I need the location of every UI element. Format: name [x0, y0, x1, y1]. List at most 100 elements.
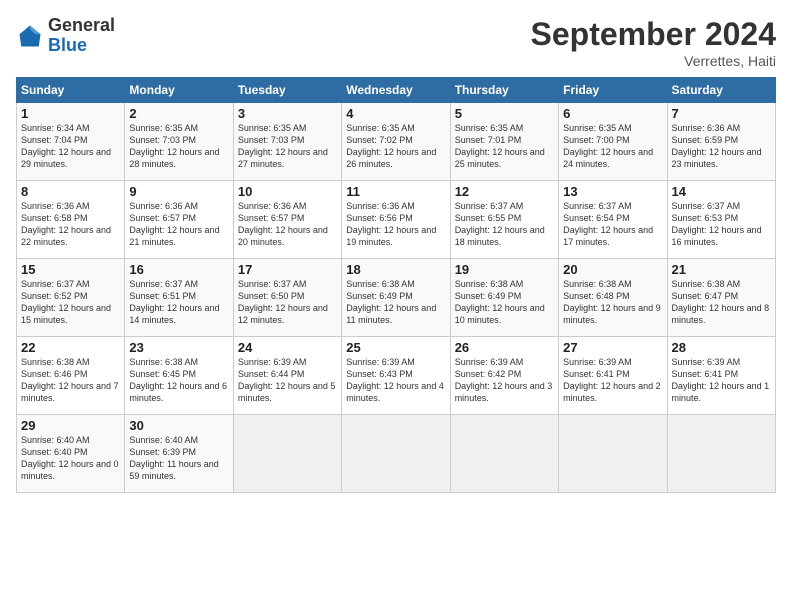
calendar-week-5: 29 Sunrise: 6:40 AMSunset: 6:40 PMDayligh…: [17, 415, 776, 493]
col-monday: Monday: [125, 78, 233, 103]
day-info: Sunrise: 6:38 AMSunset: 6:45 PMDaylight:…: [129, 357, 227, 403]
day-number: 30: [129, 418, 228, 433]
day-info: Sunrise: 6:34 AMSunset: 7:04 PMDaylight:…: [21, 123, 111, 169]
table-row: 1 Sunrise: 6:34 AMSunset: 7:04 PMDaylight…: [17, 103, 125, 181]
day-number: 9: [129, 184, 228, 199]
table-row: 28Sunrise: 6:39 AMSunset: 6:41 PMDayligh…: [667, 337, 775, 415]
table-row: 23 Sunrise: 6:38 AMSunset: 6:45 PMDayligh…: [125, 337, 233, 415]
table-row: 18 Sunrise: 6:38 AMSunset: 6:49 PMDayligh…: [342, 259, 450, 337]
day-info: Sunrise: 6:40 AMSunset: 6:40 PMDaylight:…: [21, 435, 119, 481]
day-number: 10: [238, 184, 337, 199]
table-row: 27Sunrise: 6:39 AMSunset: 6:41 PMDayligh…: [559, 337, 667, 415]
table-row: 8 Sunrise: 6:36 AMSunset: 6:58 PMDaylight…: [17, 181, 125, 259]
day-info: Sunrise: 6:38 AMSunset: 6:48 PMDaylight:…: [563, 279, 661, 325]
table-row: 11 Sunrise: 6:36 AMSunset: 6:56 PMDayligh…: [342, 181, 450, 259]
day-number: 8: [21, 184, 120, 199]
table-row: 13 Sunrise: 6:37 AMSunset: 6:54 PMDayligh…: [559, 181, 667, 259]
table-row: 25Sunrise: 6:39 AMSunset: 6:43 PMDayligh…: [342, 337, 450, 415]
day-info: Sunrise: 6:37 AMSunset: 6:51 PMDaylight:…: [129, 279, 219, 325]
header: General Blue September 2024 Verrettes, H…: [16, 16, 776, 69]
day-number: 26: [455, 340, 554, 355]
table-row: 29 Sunrise: 6:40 AMSunset: 6:40 PMDayligh…: [17, 415, 125, 493]
table-row: 22Sunrise: 6:38 AMSunset: 6:46 PMDayligh…: [17, 337, 125, 415]
day-number: 16: [129, 262, 228, 277]
day-number: 15: [21, 262, 120, 277]
col-saturday: Saturday: [667, 78, 775, 103]
table-row: 6 Sunrise: 6:35 AMSunset: 7:00 PMDaylight…: [559, 103, 667, 181]
day-info: Sunrise: 6:36 AMSunset: 6:57 PMDaylight:…: [129, 201, 219, 247]
table-row: 26 Sunrise: 6:39 AMSunset: 6:42 PMDayligh…: [450, 337, 558, 415]
logo: General Blue: [16, 16, 115, 56]
day-number: 23: [129, 340, 228, 355]
day-info: Sunrise: 6:36 AMSunset: 6:57 PMDaylight:…: [238, 201, 328, 247]
calendar-header-row: Sunday Monday Tuesday Wednesday Thursday…: [17, 78, 776, 103]
col-tuesday: Tuesday: [233, 78, 341, 103]
table-row: 14 Sunrise: 6:37 AMSunset: 6:53 PMDayligh…: [667, 181, 775, 259]
day-number: 12: [455, 184, 554, 199]
table-row: [342, 415, 450, 493]
table-row: 30 Sunrise: 6:40 AMSunset: 6:39 PMDayligh…: [125, 415, 233, 493]
day-number: 21: [672, 262, 771, 277]
day-number: 4: [346, 106, 445, 121]
day-number: 1: [21, 106, 120, 121]
table-row: 24 Sunrise: 6:39 AMSunset: 6:44 PMDayligh…: [233, 337, 341, 415]
col-thursday: Thursday: [450, 78, 558, 103]
calendar-week-3: 15Sunrise: 6:37 AMSunset: 6:52 PMDayligh…: [17, 259, 776, 337]
calendar-table: Sunday Monday Tuesday Wednesday Thursday…: [16, 77, 776, 493]
day-number: 18: [346, 262, 445, 277]
table-row: 2 Sunrise: 6:35 AMSunset: 7:03 PMDaylight…: [125, 103, 233, 181]
table-row: 5 Sunrise: 6:35 AMSunset: 7:01 PMDaylight…: [450, 103, 558, 181]
day-info: Sunrise: 6:39 AMSunset: 6:42 PMDaylight:…: [455, 357, 553, 403]
table-row: [667, 415, 775, 493]
table-row: [559, 415, 667, 493]
logo-blue-text: Blue: [48, 35, 87, 55]
day-info: Sunrise: 6:38 AMSunset: 6:49 PMDaylight:…: [455, 279, 545, 325]
day-info: Sunrise: 6:39 AMSunset: 6:41 PMDaylight:…: [563, 357, 661, 403]
table-row: 12 Sunrise: 6:37 AMSunset: 6:55 PMDayligh…: [450, 181, 558, 259]
day-number: 13: [563, 184, 662, 199]
day-number: 3: [238, 106, 337, 121]
day-info: Sunrise: 6:35 AMSunset: 7:03 PMDaylight:…: [129, 123, 219, 169]
day-info: Sunrise: 6:39 AMSunset: 6:44 PMDaylight:…: [238, 357, 336, 403]
day-info: Sunrise: 6:36 AMSunset: 6:58 PMDaylight:…: [21, 201, 111, 247]
day-number: 5: [455, 106, 554, 121]
table-row: [233, 415, 341, 493]
day-info: Sunrise: 6:37 AMSunset: 6:54 PMDaylight:…: [563, 201, 653, 247]
day-info: Sunrise: 6:35 AMSunset: 7:01 PMDaylight:…: [455, 123, 545, 169]
day-info: Sunrise: 6:38 AMSunset: 6:49 PMDaylight:…: [346, 279, 436, 325]
table-row: 7Sunrise: 6:36 AMSunset: 6:59 PMDaylight…: [667, 103, 775, 181]
table-row: 16 Sunrise: 6:37 AMSunset: 6:51 PMDayligh…: [125, 259, 233, 337]
day-number: 25: [346, 340, 445, 355]
logo-general-text: General: [48, 15, 115, 35]
logo-icon: [16, 22, 44, 50]
day-info: Sunrise: 6:38 AMSunset: 6:47 PMDaylight:…: [672, 279, 770, 325]
table-row: 15Sunrise: 6:37 AMSunset: 6:52 PMDayligh…: [17, 259, 125, 337]
day-number: 29: [21, 418, 120, 433]
day-number: 14: [672, 184, 771, 199]
day-number: 24: [238, 340, 337, 355]
table-row: 9 Sunrise: 6:36 AMSunset: 6:57 PMDaylight…: [125, 181, 233, 259]
day-number: 6: [563, 106, 662, 121]
day-number: 17: [238, 262, 337, 277]
table-row: 19Sunrise: 6:38 AMSunset: 6:49 PMDayligh…: [450, 259, 558, 337]
table-row: 10 Sunrise: 6:36 AMSunset: 6:57 PMDayligh…: [233, 181, 341, 259]
col-friday: Friday: [559, 78, 667, 103]
table-row: 21 Sunrise: 6:38 AMSunset: 6:47 PMDayligh…: [667, 259, 775, 337]
day-info: Sunrise: 6:37 AMSunset: 6:50 PMDaylight:…: [238, 279, 328, 325]
day-info: Sunrise: 6:35 AMSunset: 7:00 PMDaylight:…: [563, 123, 653, 169]
month-title: September 2024: [531, 16, 776, 53]
day-info: Sunrise: 6:40 AMSunset: 6:39 PMDaylight:…: [129, 435, 218, 481]
day-info: Sunrise: 6:35 AMSunset: 7:03 PMDaylight:…: [238, 123, 328, 169]
day-number: 20: [563, 262, 662, 277]
day-info: Sunrise: 6:37 AMSunset: 6:55 PMDaylight:…: [455, 201, 545, 247]
day-info: Sunrise: 6:35 AMSunset: 7:02 PMDaylight:…: [346, 123, 436, 169]
day-number: 7: [672, 106, 771, 121]
day-number: 2: [129, 106, 228, 121]
day-number: 11: [346, 184, 445, 199]
day-info: Sunrise: 6:39 AMSunset: 6:41 PMDaylight:…: [672, 357, 770, 403]
day-info: Sunrise: 6:37 AMSunset: 6:53 PMDaylight:…: [672, 201, 762, 247]
calendar-week-4: 22Sunrise: 6:38 AMSunset: 6:46 PMDayligh…: [17, 337, 776, 415]
calendar-week-1: 1 Sunrise: 6:34 AMSunset: 7:04 PMDaylight…: [17, 103, 776, 181]
day-info: Sunrise: 6:38 AMSunset: 6:46 PMDaylight:…: [21, 357, 119, 403]
day-info: Sunrise: 6:36 AMSunset: 6:56 PMDaylight:…: [346, 201, 436, 247]
